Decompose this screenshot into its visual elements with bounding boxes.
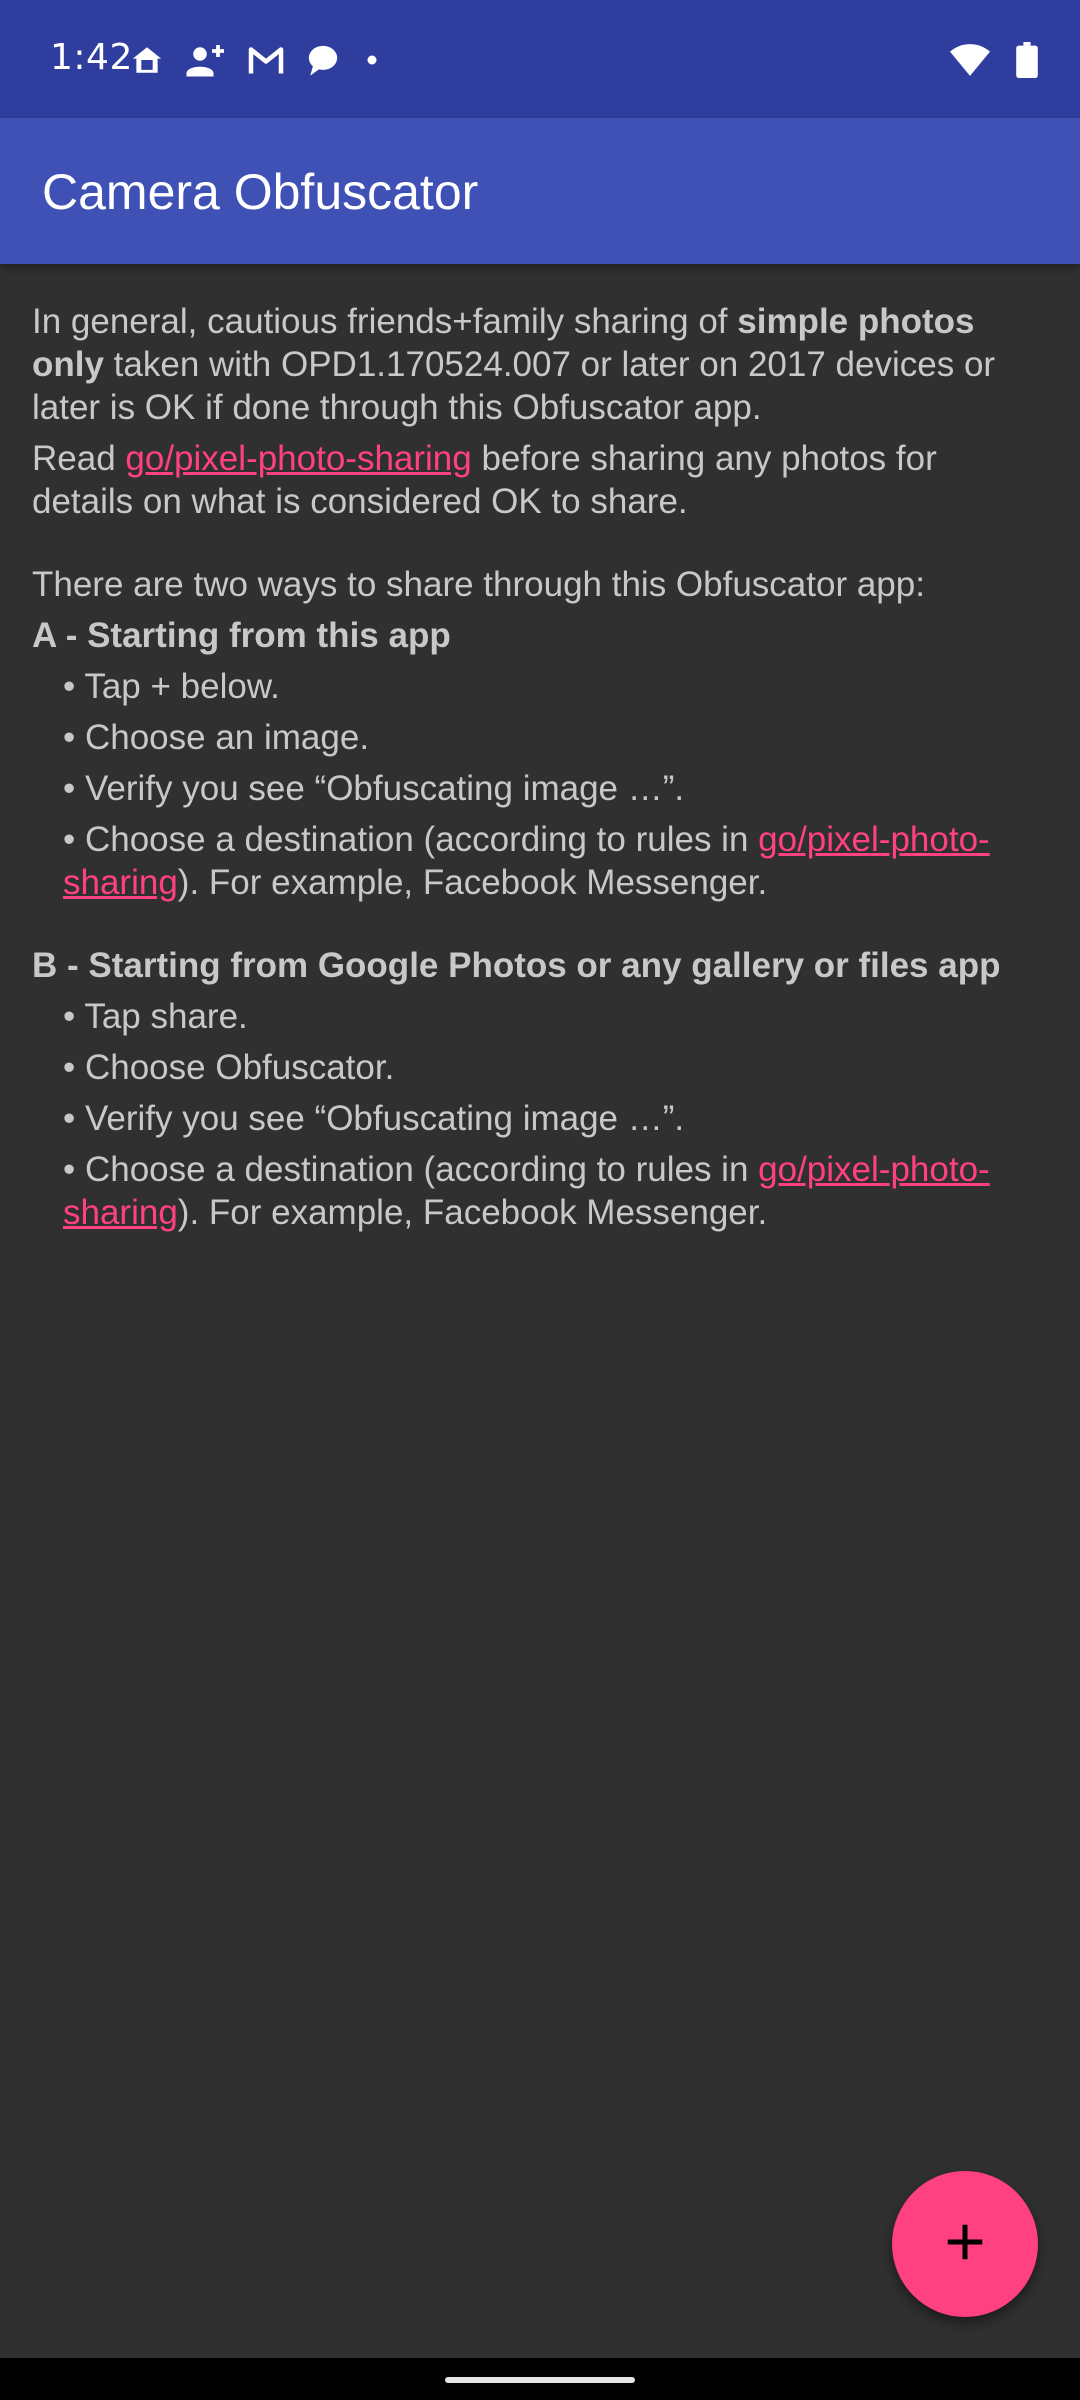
list-item: • Choose an image.	[63, 718, 370, 757]
status-time: 1:42	[50, 37, 133, 78]
gmail-icon	[248, 45, 284, 75]
list-item: • Choose a destination (according to rul…	[63, 818, 1042, 904]
list-item: • Choose Obfuscator.	[63, 1048, 395, 1087]
app-title: Camera Obfuscator	[42, 164, 479, 220]
notification-icons	[130, 36, 382, 84]
list-item: • Choose a destination (according to rul…	[63, 1148, 1042, 1234]
chat-bubble-icon	[306, 43, 340, 77]
ways-intro: There are two ways to share through this…	[32, 565, 925, 604]
instructions-content: In general, cautious friends+family shar…	[32, 300, 1042, 1234]
person-add-icon	[186, 42, 226, 78]
list-item-text-end: ). For example, Facebook Messenger.	[177, 863, 768, 902]
read-paragraph: Read go/pixel-photo-sharing before shari…	[32, 437, 1042, 523]
intro-text-end: taken with OPD1.170524.007 or later on 2…	[32, 345, 996, 427]
list-item-text: • Choose a destination (according to rul…	[63, 820, 759, 859]
intro-text: In general, cautious friends+family shar…	[32, 302, 738, 341]
add-image-fab[interactable]	[892, 2171, 1038, 2317]
list-item-text: • Choose a destination (according to rul…	[63, 1150, 759, 1189]
section-b-list: • Tap share. • Choose Obfuscator. • Veri…	[32, 995, 1042, 1234]
list-item: • Verify you see “Obfuscating image …”.	[63, 769, 685, 808]
intro-paragraph: In general, cautious friends+family shar…	[32, 300, 1042, 429]
home-icon	[130, 43, 164, 77]
list-item: • Verify you see “Obfuscating image …”.	[63, 1099, 685, 1138]
status-bar: 1:42	[0, 0, 1080, 118]
navigation-bar	[0, 2358, 1080, 2400]
list-item-text-end: ). For example, Facebook Messenger.	[177, 1193, 768, 1232]
section-a-title: A - Starting from this app	[32, 616, 451, 655]
dot-icon	[362, 50, 382, 70]
battery-icon	[1016, 42, 1038, 78]
pixel-photo-sharing-link[interactable]: go/pixel-photo-sharing	[125, 439, 471, 478]
screen: 1:42 Camera Obfuscator In general, cauti…	[0, 0, 1080, 2400]
read-text: Read	[32, 439, 126, 478]
list-item: • Tap share.	[63, 997, 248, 1036]
plus-icon	[942, 2219, 988, 2269]
app-bar: Camera Obfuscator	[0, 118, 1080, 264]
home-gesture-handle[interactable]	[445, 2377, 635, 2383]
section-b-title: B - Starting from Google Photos or any g…	[32, 946, 1001, 985]
list-item: • Tap + below.	[63, 667, 280, 706]
system-icons	[950, 36, 1038, 84]
wifi-icon	[950, 44, 990, 76]
section-a-list: • Tap + below. • Choose an image. • Veri…	[32, 665, 1042, 904]
